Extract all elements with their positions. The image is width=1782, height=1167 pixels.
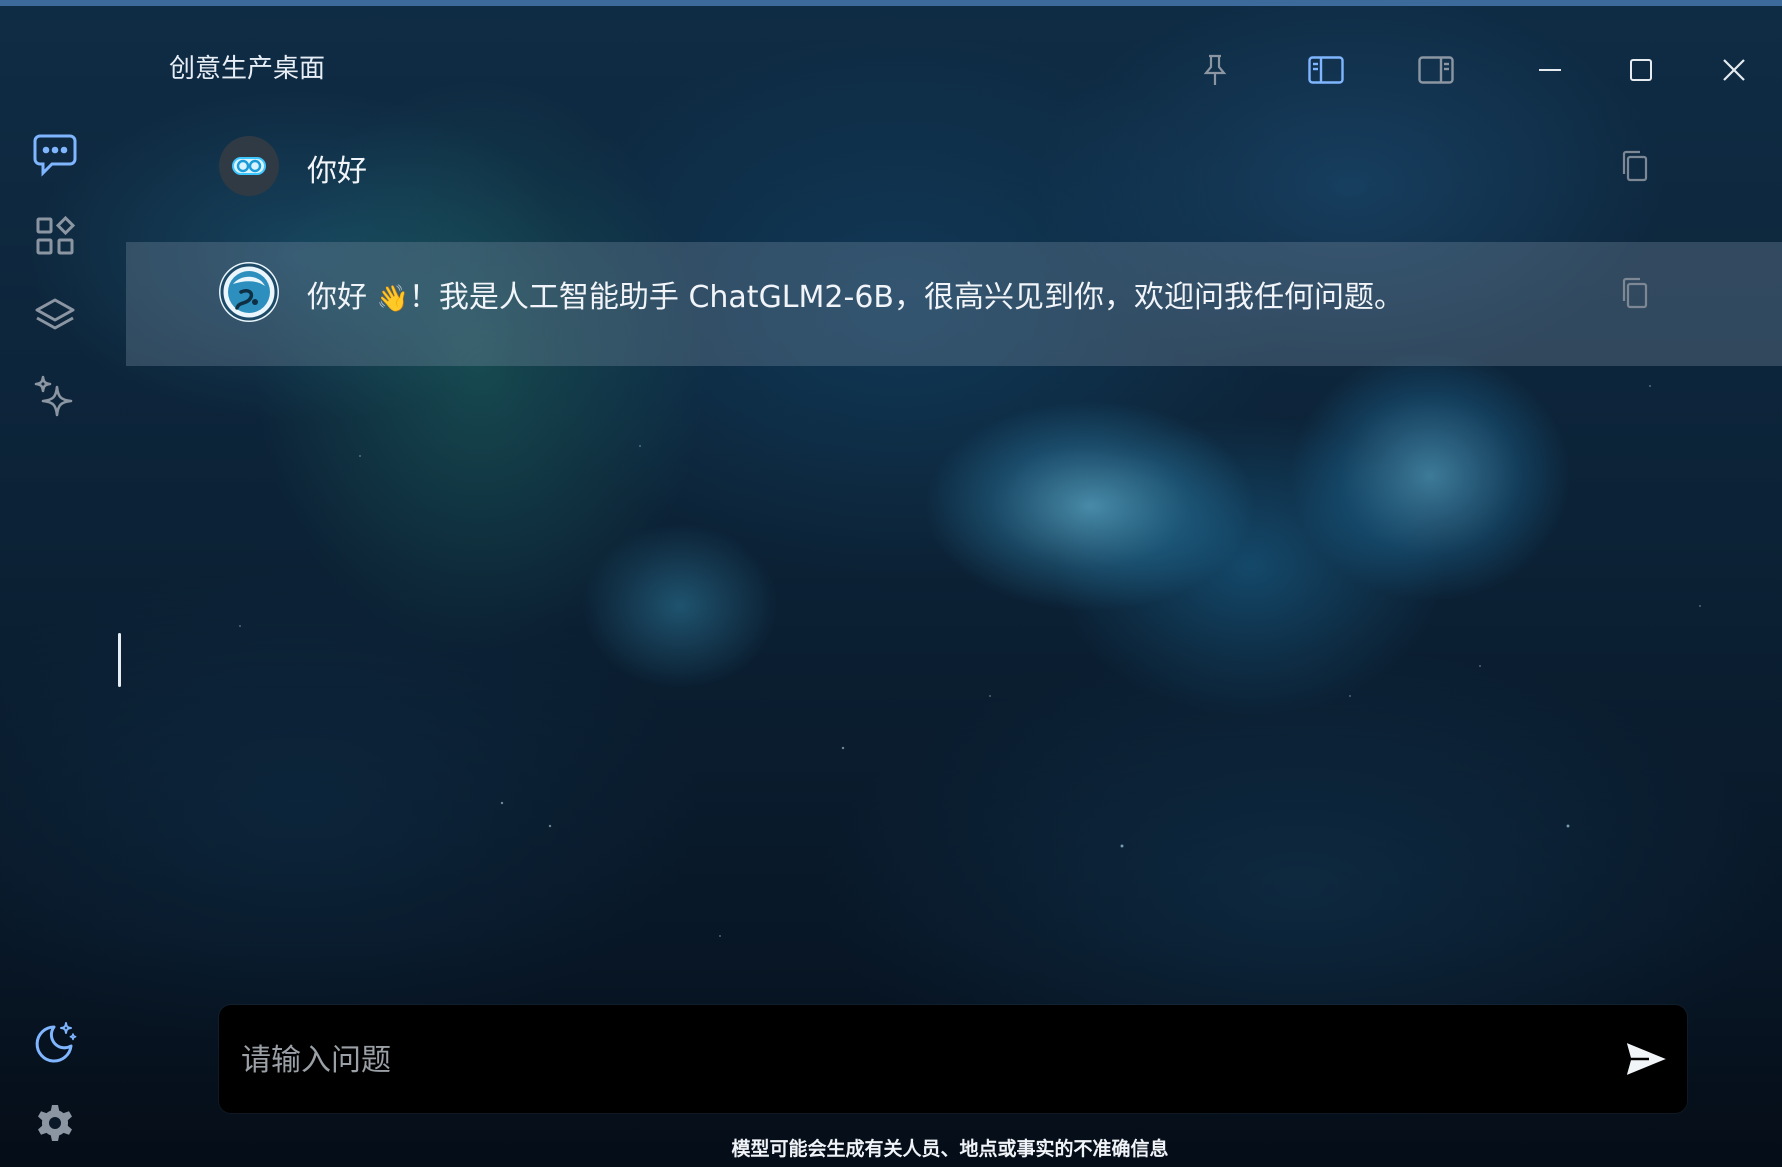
- close-icon[interactable]: [1714, 50, 1754, 90]
- app-title: 创意生产桌面: [169, 54, 326, 84]
- disclaimer-text: 模型可能会生成有关人员、地点或事实的不准确信息: [731, 1138, 1169, 1160]
- right-panel-icon[interactable]: [1416, 50, 1456, 90]
- copy-icon[interactable]: [1614, 146, 1654, 186]
- chat-input-box: [219, 1005, 1687, 1115]
- assistant-text-prefix: 你好: [307, 280, 377, 315]
- user-avatar: [219, 136, 279, 196]
- assistant-message-text: 你好 👋！我是人工智能助手 ChatGLM2-6B，很高兴见到你，欢迎问我任何问…: [307, 272, 1404, 316]
- question-input[interactable]: [239, 1005, 1603, 1115]
- chat-icon[interactable]: [30, 130, 80, 180]
- title-bar: 创意生产桌面: [0, 12, 1782, 85]
- dark-mode-icon[interactable]: [30, 1018, 80, 1068]
- left-panel-icon[interactable]: [1306, 50, 1346, 90]
- assistant-avatar: [219, 262, 279, 322]
- app-window: 创意生产桌面 你好 你好 👋！我是人工智能助手 ChatGLM2-6B，很高兴见…: [0, 0, 1782, 1167]
- assistant-message: 你好 👋！我是人工智能助手 ChatGLM2-6B，很高兴见到你，欢迎问我任何问…: [126, 242, 1782, 366]
- copy-icon[interactable]: [1614, 273, 1654, 313]
- layers-icon[interactable]: [30, 291, 80, 341]
- send-button[interactable]: [1621, 1035, 1673, 1083]
- apps-icon[interactable]: [30, 211, 80, 261]
- send-icon: [1623, 1039, 1671, 1079]
- minimize-icon[interactable]: [1530, 50, 1570, 90]
- user-message-text: 你好: [307, 154, 367, 189]
- pin-icon[interactable]: [1195, 50, 1235, 90]
- assistant-text-body: ！我是人工智能助手 ChatGLM2-6B，很高兴见到你，欢迎问我任何问题。: [408, 280, 1404, 315]
- maximize-icon[interactable]: [1621, 50, 1661, 90]
- sparkles-icon[interactable]: [30, 373, 80, 423]
- user-message: 你好: [126, 126, 1782, 206]
- waving-hand-emoji: 👋: [376, 284, 409, 314]
- scroll-indicator: [118, 633, 121, 687]
